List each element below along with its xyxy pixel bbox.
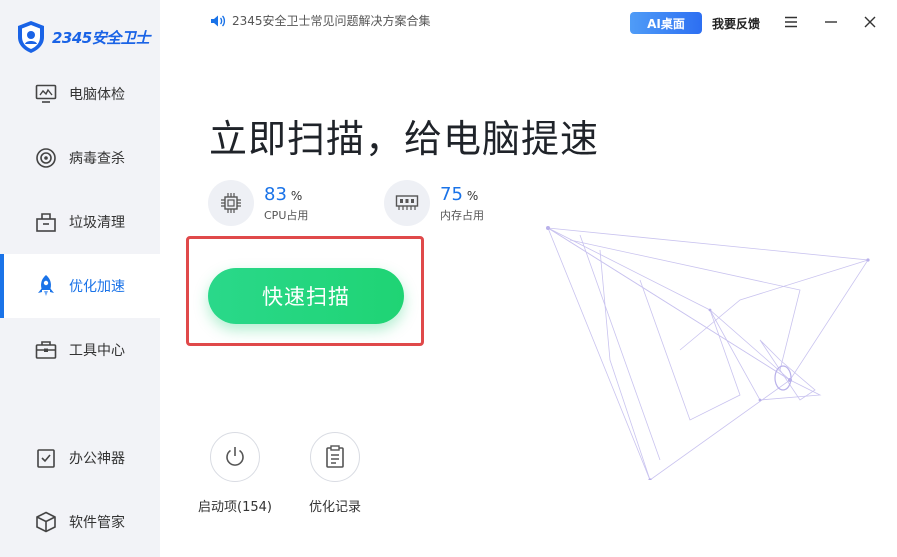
faq-notice-link[interactable]: 2345安全卫士常见问题解决方案合集: [210, 12, 431, 29]
app-logo: 2345安全卫士: [16, 20, 150, 54]
speaker-icon: [211, 15, 226, 26]
page-title: 立即扫描，给电脑提速: [209, 117, 600, 161]
sidebar-item-label: 垃圾清理: [69, 215, 125, 231]
app-logo-text: 2345安全卫士: [52, 28, 150, 47]
feedback-link[interactable]: 我要反馈: [712, 15, 760, 32]
toolbox-icon: [34, 338, 58, 362]
rocket-icon: [34, 274, 58, 298]
sidebar-item-label: 病毒查杀: [69, 151, 125, 167]
cpu-usage-value: 83: [264, 183, 287, 205]
memory-usage-label: 内存占用: [440, 208, 484, 222]
monitor-icon: [34, 82, 58, 106]
sidebar-item-software-manager[interactable]: 软件管家: [0, 490, 160, 554]
menu-icon[interactable]: [781, 12, 801, 32]
sidebar-item-label: 工具中心: [69, 343, 125, 359]
optimize-history-action[interactable]: 优化记录: [295, 432, 375, 515]
clipboard-check-icon: [34, 446, 58, 470]
faq-notice-text: 2345安全卫士常见问题解决方案合集: [232, 14, 431, 28]
cpu-usage-unit: %: [290, 188, 303, 203]
cpu-usage-stat: 83% CPU占用: [208, 180, 308, 226]
sidebar-item-junk-clean[interactable]: 垃圾清理: [0, 190, 160, 254]
quick-scan-button[interactable]: 快速扫描: [208, 268, 404, 324]
sidebar-bottom-nav: 办公神器 软件管家: [0, 426, 160, 554]
optimize-history-label: 优化记录: [308, 500, 361, 515]
startup-items-action[interactable]: 启动项(154): [195, 432, 275, 515]
sidebar-item-label: 优化加速: [69, 279, 125, 295]
sidebar-item-optimize[interactable]: 优化加速: [0, 254, 160, 318]
memory-usage-stat: 75% 内存占用: [384, 180, 484, 226]
sidebar-item-tool-center[interactable]: 工具中心: [0, 318, 160, 382]
startup-items-label: 启动项(154): [198, 500, 272, 515]
memory-usage-unit: %: [466, 188, 479, 203]
paper-plane-illustration: [546, 226, 870, 480]
cube-icon: [34, 510, 58, 534]
sidebar-item-office-tools[interactable]: 办公神器: [0, 426, 160, 490]
shield-logo-icon: [18, 21, 44, 53]
ai-desktop-button[interactable]: AI桌面: [630, 12, 702, 34]
close-icon[interactable]: [860, 12, 880, 32]
sidebar-item-label: 软件管家: [69, 515, 125, 531]
cpu-icon: [208, 180, 254, 226]
trash-box-icon: [34, 210, 58, 234]
sidebar-item-label: 电脑体检: [69, 87, 125, 103]
target-icon: [34, 146, 58, 170]
power-icon: [210, 432, 260, 482]
minimize-icon[interactable]: [821, 12, 841, 32]
sidebar-item-virus-scan[interactable]: 病毒查杀: [0, 126, 160, 190]
sidebar-nav: 电脑体检 病毒查杀 垃圾清理 优化加速 工具中心: [0, 62, 160, 382]
memory-icon: [384, 180, 430, 226]
sidebar: 2345安全卫士 电脑体检 病毒查杀 垃圾清理 优化加速 工具中心 办公神器 软…: [0, 0, 160, 557]
record-list-icon: [310, 432, 360, 482]
memory-usage-value: 75: [440, 183, 463, 205]
sidebar-item-label: 办公神器: [69, 451, 125, 467]
cpu-usage-label: CPU占用: [264, 208, 309, 222]
sidebar-item-pc-checkup[interactable]: 电脑体检: [0, 62, 160, 126]
